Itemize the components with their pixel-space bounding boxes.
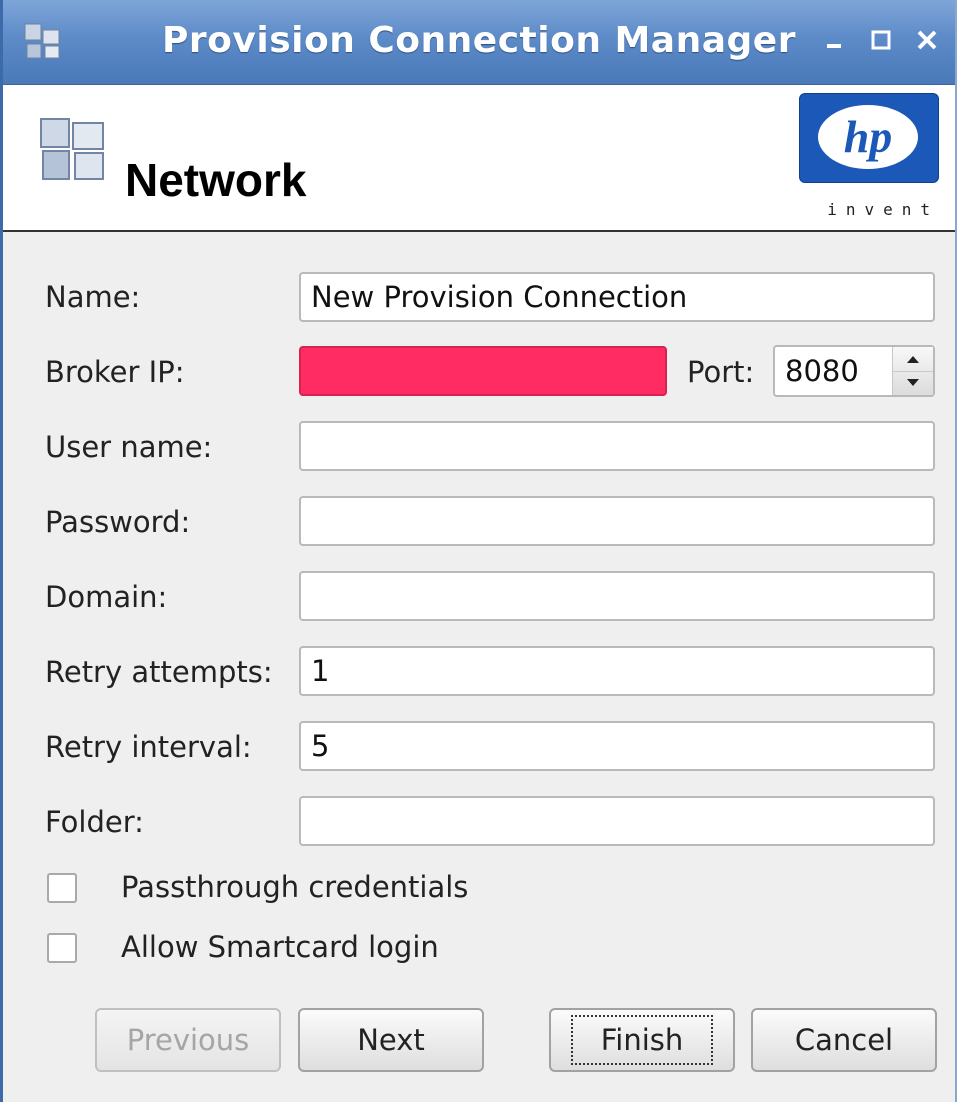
smartcard-checkbox[interactable] (47, 933, 77, 963)
window-titlebar[interactable]: Provision Connection Manager (3, 0, 955, 85)
domain-label: Domain: (45, 580, 168, 614)
password-field[interactable] (299, 496, 935, 546)
finish-button-label: Finish (570, 1015, 714, 1065)
next-button[interactable]: Next (298, 1008, 484, 1072)
close-icon[interactable] (909, 22, 945, 58)
next-button-label: Next (357, 1023, 425, 1057)
broker-ip-label: Broker IP: (45, 355, 185, 389)
maximize-icon[interactable] (863, 22, 899, 58)
page-title: Network (125, 154, 307, 206)
user-name-label: User name: (45, 430, 213, 464)
smartcard-label: Allow Smartcard login (121, 930, 439, 964)
port-stepper[interactable] (892, 347, 933, 395)
previous-button-label: Previous (126, 1023, 250, 1057)
retry-interval-label: Retry interval: (45, 730, 252, 764)
minimize-icon[interactable] (817, 22, 853, 58)
page-header: Network hp invent (3, 85, 955, 232)
provision-connection-manager-window: Provision Connection Manager Network hp … (0, 0, 957, 1102)
retry-attempts-label: Retry attempts: (45, 655, 273, 689)
passthrough-credentials-option[interactable]: Passthrough credentials (47, 870, 468, 904)
retry-attempts-field[interactable]: 1 (299, 646, 935, 696)
name-field[interactable]: New Provision Connection (299, 272, 935, 322)
cancel-button[interactable]: Cancel (751, 1008, 937, 1072)
smartcard-login-option[interactable]: Allow Smartcard login (47, 930, 439, 964)
port-label: Port: (687, 355, 755, 389)
password-label: Password: (45, 505, 191, 539)
previous-button[interactable]: Previous (95, 1008, 281, 1072)
spin-down-arrow-icon[interactable] (893, 371, 933, 395)
folder-field[interactable] (299, 796, 935, 846)
hp-invent-text: invent (827, 200, 939, 219)
network-icon (37, 113, 109, 185)
passthrough-checkbox[interactable] (47, 873, 77, 903)
passthrough-label: Passthrough credentials (121, 870, 469, 904)
broker-ip-field[interactable] (299, 346, 667, 396)
cancel-button-label: Cancel (794, 1023, 894, 1057)
name-label: Name: (45, 280, 141, 314)
folder-label: Folder: (45, 805, 144, 839)
port-value: 8080 (785, 354, 859, 388)
window-title: Provision Connection Manager (162, 20, 796, 61)
finish-button[interactable]: Finish (549, 1008, 735, 1072)
spin-up-arrow-icon[interactable] (893, 347, 933, 372)
retry-interval-field[interactable]: 5 (299, 721, 935, 771)
hp-logo-mark: hp (844, 111, 893, 162)
window-controls (817, 22, 945, 58)
domain-field[interactable] (299, 571, 935, 621)
hp-logo: hp invent (793, 93, 943, 223)
user-name-field[interactable] (299, 421, 935, 471)
hp-badge: hp (799, 93, 939, 183)
port-spinbox[interactable]: 8080 (773, 345, 935, 397)
